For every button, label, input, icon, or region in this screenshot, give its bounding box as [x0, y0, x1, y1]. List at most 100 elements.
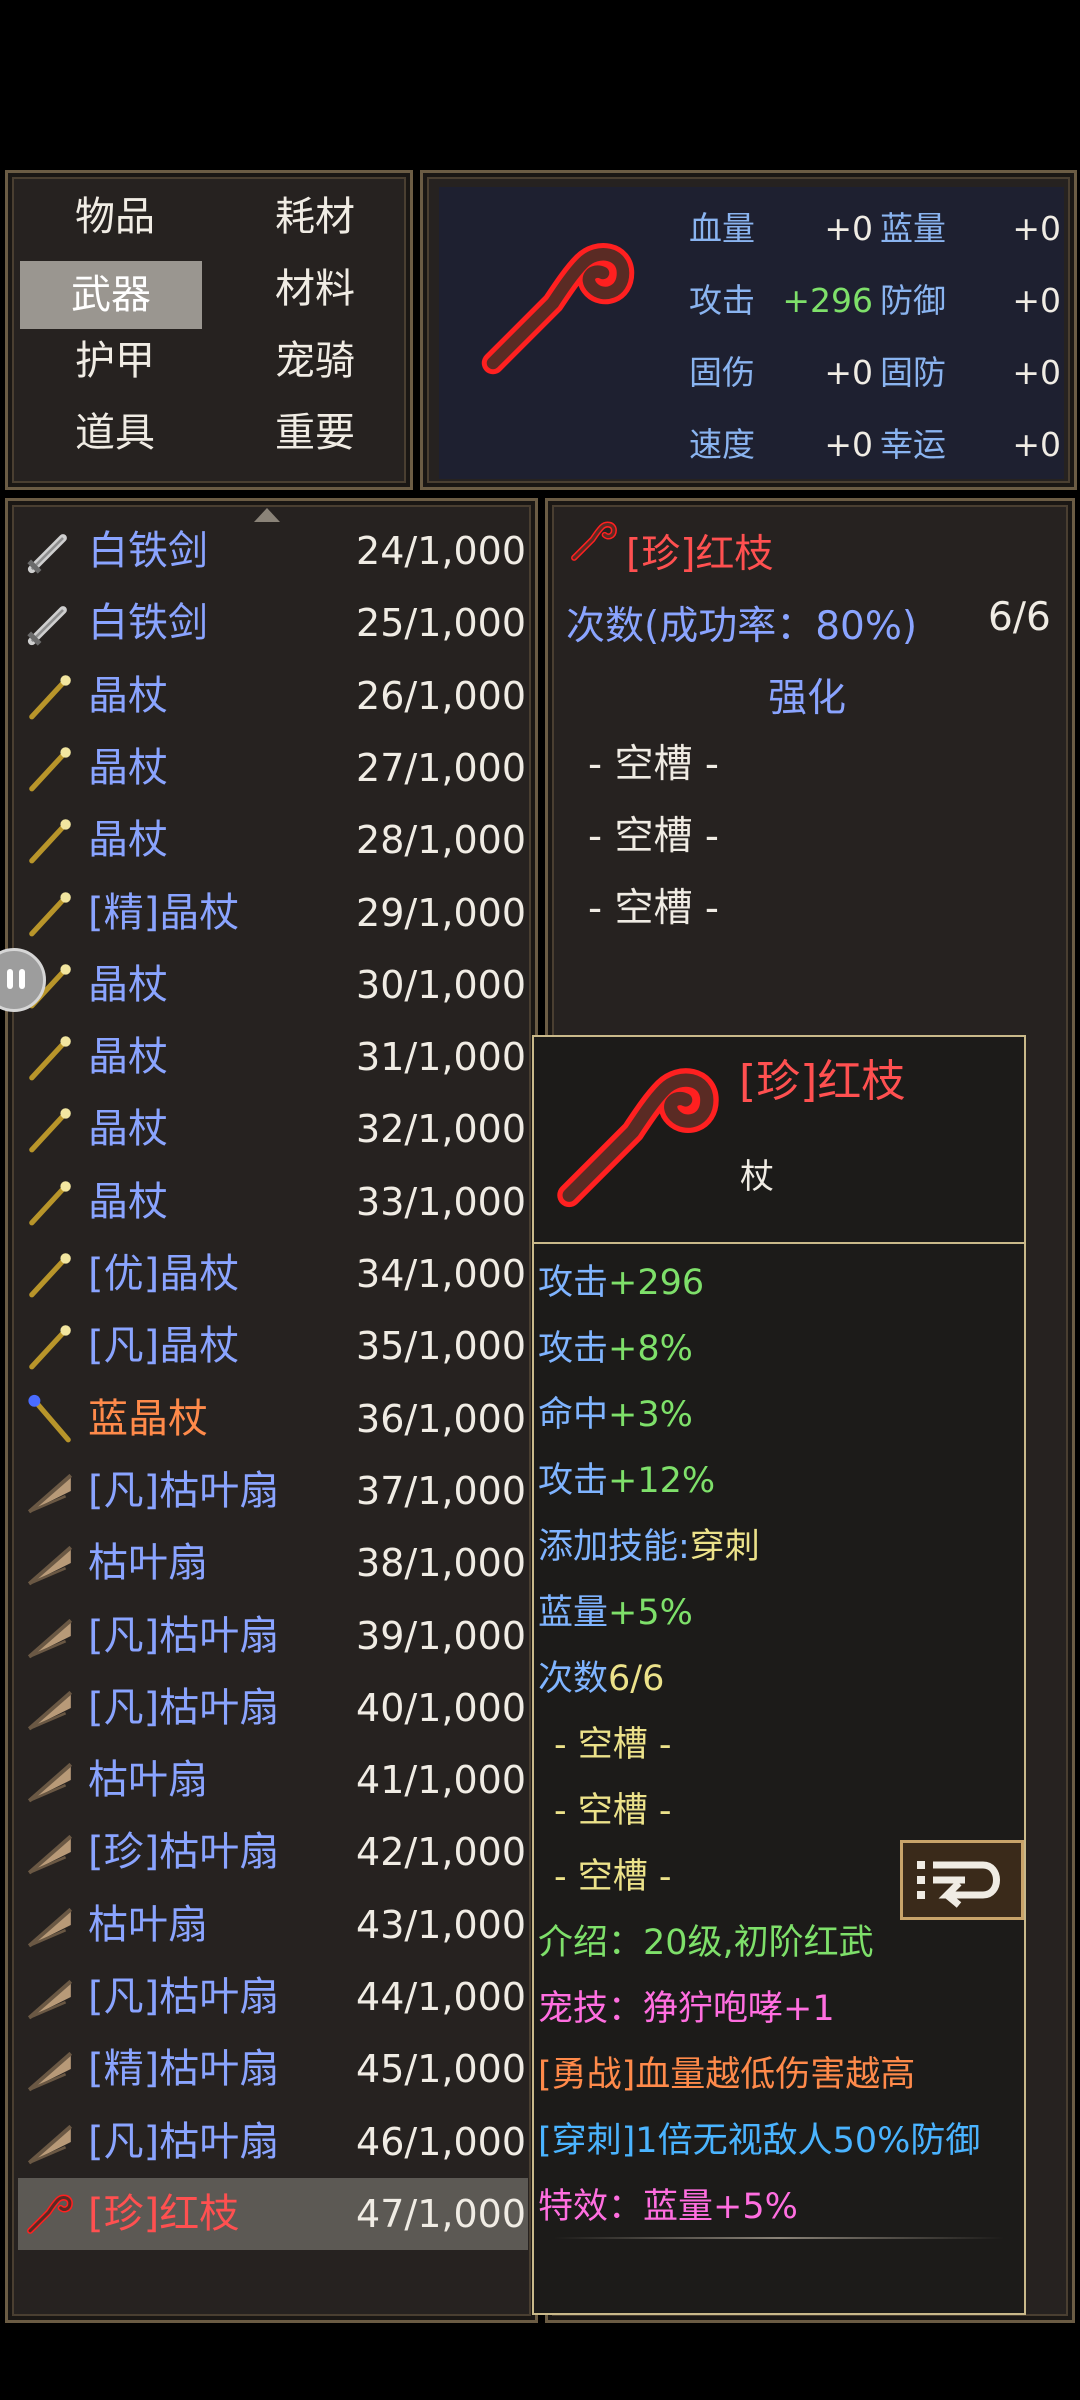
- scroll-up-indicator: [254, 508, 280, 522]
- inventory-item-count: 33/1,000: [356, 1179, 526, 1224]
- stat-fixed-defense-label: 固防: [880, 353, 946, 392]
- fan-icon: [24, 1826, 76, 1878]
- inventory-row[interactable]: [凡]枯叶扇 37/1,000: [18, 1455, 528, 1527]
- inventory-item-name: [珍]枯叶扇: [88, 1829, 280, 1876]
- fan-icon: [24, 1610, 76, 1662]
- inventory-item-name: 蓝晶杖: [88, 1395, 208, 1442]
- stat-mp-label: 蓝量: [880, 209, 946, 248]
- stat-def-label: 防御: [880, 281, 946, 320]
- tooltip-pierce-effect: [穿刺]1倍无视敌人50%防御: [538, 2121, 981, 2161]
- inventory-item-count: 32/1,000: [356, 1107, 526, 1152]
- inventory-item-count: 35/1,000: [356, 1324, 526, 1369]
- stat-speed-value: +0: [824, 425, 873, 464]
- inventory-row[interactable]: 蓝晶杖 36/1,000: [18, 1383, 528, 1455]
- staff-icon: [24, 742, 76, 794]
- tab-items[interactable]: 物品: [46, 183, 184, 251]
- inventory-item-name: 晶杖: [88, 961, 168, 1008]
- inventory-item-count: 29/1,000: [356, 890, 526, 935]
- tab-materials[interactable]: 材料: [246, 255, 384, 323]
- tooltip-type: 杖: [740, 1157, 774, 1197]
- inventory-row[interactable]: 晶杖 26/1,000: [18, 660, 528, 732]
- inventory-row[interactable]: 枯叶扇 41/1,000: [18, 1744, 528, 1816]
- inventory-row[interactable]: [凡]枯叶扇 44/1,000: [18, 1961, 528, 2033]
- fan-icon: [24, 1682, 76, 1734]
- inventory-list[interactable]: 白铁剑 24/1,000 白铁剑 25/1,000 晶杖 26/1,000 晶杖 27/1,0…: [5, 498, 538, 2323]
- sword-icon: [24, 525, 76, 577]
- detail-slot-1: - 空槽 -: [588, 742, 719, 787]
- sword-icon: [24, 597, 76, 649]
- inventory-item-name: [珍]红枝: [88, 2190, 240, 2237]
- inventory-row[interactable]: 枯叶扇 38/1,000: [18, 1527, 528, 1599]
- inventory-item-name: 晶杖: [88, 1106, 168, 1153]
- detail-slot-2: - 空槽 -: [588, 814, 719, 859]
- fan-icon: [24, 2043, 76, 2095]
- inventory-row[interactable]: 晶杖 32/1,000: [18, 1093, 528, 1165]
- fan-icon: [24, 1754, 76, 1806]
- inventory-row[interactable]: 晶杖 28/1,000: [18, 804, 528, 876]
- pause-bar-left: [7, 969, 13, 989]
- tooltip-line-4: 攻击+12%: [538, 1461, 716, 1501]
- staff-icon: [24, 1320, 76, 1372]
- enhance-button[interactable]: 强化: [768, 667, 846, 723]
- inventory-item-name: [优]晶杖: [88, 1251, 240, 1297]
- tooltip-line-6: 蓝量+5%: [538, 1593, 693, 1633]
- category-panel: 物品 耗材 武器 材料 护甲 宠骑 道具 重要: [5, 170, 413, 490]
- inventory-item-count: 46/1,000: [356, 2119, 526, 2164]
- inventory-row[interactable]: [凡]枯叶扇 39/1,000: [18, 1600, 528, 1672]
- inventory-row[interactable]: 白铁剑 24/1,000: [18, 515, 528, 587]
- inventory-item-count: 43/1,000: [356, 1902, 526, 1947]
- inventory-item-name: 晶杖: [88, 1034, 168, 1081]
- inventory-item-count: 34/1,000: [356, 1252, 526, 1296]
- inventory-item-name: [凡]枯叶扇: [88, 1684, 280, 1731]
- inventory-row[interactable]: 晶杖 27/1,000: [18, 732, 528, 804]
- inventory-item-count: 36/1,000: [356, 1396, 526, 1441]
- tab-tools[interactable]: 道具: [46, 399, 184, 467]
- inventory-row[interactable]: [精]晶杖 29/1,000: [18, 877, 528, 949]
- red-branch-icon: [24, 2188, 76, 2240]
- tooltip-special-effect: 特效：蓝量+5%: [538, 2187, 798, 2227]
- inventory-row[interactable]: 晶杖 30/1,000: [18, 949, 528, 1021]
- tooltip-line-7: 次数6/6: [538, 1659, 665, 1699]
- inventory-row[interactable]: [珍]红枝 47/1,000: [18, 2177, 528, 2250]
- inventory-item-name: 晶杖: [88, 744, 168, 791]
- tab-consumables[interactable]: 耗材: [246, 183, 384, 251]
- back-button[interactable]: [900, 1840, 1024, 1920]
- stat-fixed-defense-value: +0: [1012, 353, 1061, 392]
- inventory-row[interactable]: [珍]枯叶扇 42/1,000: [18, 1816, 528, 1888]
- tab-pets-mounts[interactable]: 宠骑: [246, 327, 384, 395]
- inventory-item-name: 白铁剑: [88, 528, 208, 574]
- detail-uses-count: 6/6: [988, 595, 1051, 640]
- inventory-item-count: 44/1,000: [356, 1975, 526, 2019]
- fan-icon: [24, 2116, 76, 2168]
- inventory-item-name: 枯叶扇: [88, 1757, 208, 1804]
- tab-weapons[interactable]: 武器: [20, 261, 202, 329]
- inventory-row[interactable]: [凡]晶杖 35/1,000: [18, 1310, 528, 1382]
- tab-important[interactable]: 重要: [246, 399, 384, 467]
- inventory-row[interactable]: 晶杖 33/1,000: [18, 1166, 528, 1238]
- inventory-item-count: 30/1,000: [356, 962, 526, 1007]
- stat-luck-value: +0: [1012, 425, 1061, 464]
- item-stats-panel: 血量 +0 蓝量 +0 攻击 +296 防御 +0 固伤 +0 固防 +0 速度…: [420, 170, 1077, 490]
- inventory-item-count: 41/1,000: [356, 1758, 526, 1803]
- inventory-row[interactable]: 白铁剑 25/1,000: [18, 587, 528, 659]
- fan-icon: [24, 1537, 76, 1589]
- stat-atk-value: +296: [782, 281, 873, 320]
- inventory-row[interactable]: [凡]枯叶扇 40/1,000: [18, 1672, 528, 1744]
- tooltip-slot-2: - 空槽 -: [554, 1791, 672, 1831]
- inventory-row[interactable]: [精]枯叶扇 45/1,000: [18, 2033, 528, 2105]
- staff-icon: [24, 670, 76, 722]
- inventory-item-name: 枯叶扇: [88, 1540, 208, 1587]
- stat-def-value: +0: [1012, 281, 1061, 320]
- inventory-row[interactable]: [优]晶杖 34/1,000: [18, 1238, 528, 1310]
- inventory-item-name: 白铁剑: [88, 600, 208, 647]
- inventory-row[interactable]: 枯叶扇 43/1,000: [18, 1889, 528, 1961]
- inventory-item-name: [凡]晶杖: [88, 1323, 240, 1370]
- inventory-row[interactable]: 晶杖 31/1,000: [18, 1021, 528, 1093]
- stat-fixed-damage-label: 固伤: [689, 353, 755, 392]
- tab-armor[interactable]: 护甲: [46, 327, 184, 395]
- tooltip-pet-skill: 宠技：狰狞咆哮+1: [538, 1989, 835, 2029]
- inventory-row[interactable]: [凡]枯叶扇 46/1,000: [18, 2106, 528, 2178]
- inventory-item-count: 45/1,000: [356, 2047, 526, 2092]
- tooltip-line-2: 攻击+8%: [538, 1329, 693, 1369]
- pause-bar-right: [19, 969, 25, 989]
